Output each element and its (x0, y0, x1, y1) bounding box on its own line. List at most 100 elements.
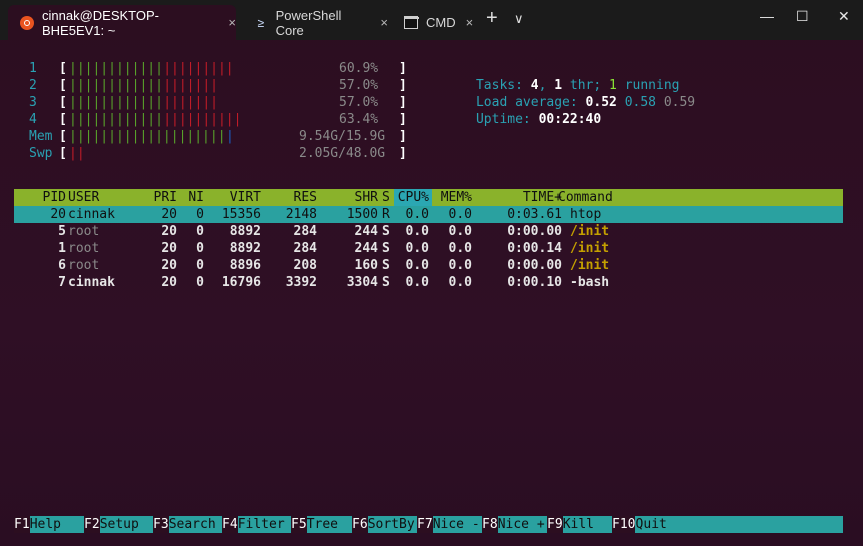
column-header-s[interactable]: S (382, 189, 390, 206)
fkey-label-search[interactable]: Search (169, 516, 216, 533)
column-header-pid[interactable]: PID (43, 189, 66, 206)
fkey-f6[interactable]: F6 (352, 516, 368, 533)
cell-s: R (382, 207, 390, 222)
fkey-label-filter[interactable]: Filter (238, 516, 285, 533)
cell-cmd: /init (570, 258, 610, 273)
cell-mem: 0.0 (448, 275, 472, 290)
fkey-label-quit[interactable]: Quit (636, 516, 667, 533)
close-tab-icon[interactable]: × (228, 15, 236, 30)
cell-ni: 0 (196, 258, 204, 273)
fkey-f2[interactable]: F2 (84, 516, 100, 533)
tab-ubuntu[interactable]: cinnak@DESKTOP-BHE5EV1: ~ × (8, 5, 236, 40)
fkey-f10[interactable]: F10 (612, 516, 636, 533)
cell-pid: 6 (58, 258, 66, 273)
cell-virt: 8892 (229, 241, 261, 256)
close-window-button[interactable]: ✕ (838, 8, 850, 25)
cell-res: 284 (293, 224, 317, 239)
column-header-virt[interactable]: VIRT (230, 189, 261, 206)
cell-ni: 0 (196, 224, 204, 239)
cell-cmd: htop (570, 207, 602, 222)
cell-res: 208 (293, 258, 317, 273)
close-tab-icon[interactable]: × (466, 15, 474, 30)
column-header-time[interactable]: TIME+ (523, 189, 562, 206)
cpu-number: 1 (29, 61, 37, 76)
fkey-label-nice[interactable]: Nice + (498, 516, 545, 533)
process-row[interactable]: 6 root 20 0 8896 208 160 S 0.0 0.0 0:00.00/init (14, 257, 843, 274)
cell-s: S (382, 275, 390, 290)
fkey-f8[interactable]: F8 (482, 516, 498, 533)
fkey-label-nice[interactable]: Nice - (433, 516, 480, 533)
close-tab-icon[interactable]: × (380, 15, 388, 30)
new-tab-button[interactable]: + (486, 7, 498, 30)
dropdown-button[interactable]: ∨ (514, 11, 524, 27)
powershell-icon: ≥ (257, 15, 265, 30)
cell-res: 2148 (285, 207, 317, 222)
cell-res: 3392 (285, 275, 317, 290)
cell-user: root (68, 224, 100, 239)
fkey-label-sortby[interactable]: SortBy (368, 516, 415, 533)
cell-virt: 16796 (221, 275, 261, 290)
column-header-shr[interactable]: SHR (355, 189, 378, 206)
fkey-f7[interactable]: F7 (417, 516, 433, 533)
cell-user: cinnak (68, 275, 115, 290)
cell-shr: 1500 (346, 207, 378, 222)
cpu-value: 57.0% (339, 78, 379, 93)
mem-meter: Mem[|||||||||||||||||||| | 9.54G/15.9G] (29, 129, 407, 144)
cpu-meter: 1[|||||||||||| ||||||||| 60.9%] (29, 61, 407, 76)
fkey-f5[interactable]: F5 (291, 516, 307, 533)
cell-cpu: 0.0 (405, 275, 429, 290)
column-header-user[interactable]: USER (68, 189, 99, 206)
cpu-number: 3 (29, 95, 37, 110)
terminal-window: cinnak@DESKTOP-BHE5EV1: ~ × ≥ PowerShell… (0, 0, 863, 546)
cmd-icon (404, 16, 419, 30)
column-header-res[interactable]: RES (294, 189, 317, 206)
process-row[interactable]: 7 cinnak 20 0 16796 3392 3304 S 0.0 0.0 0:00.10 -ba… (14, 274, 843, 291)
cell-time: 0:00.14 (507, 241, 562, 256)
cell-virt: 15356 (221, 207, 261, 222)
cell-time: 0:03.61 (507, 207, 562, 222)
maximize-button[interactable]: ☐ (796, 8, 809, 25)
process-row[interactable]: 1 root 20 0 8892 284 244 S 0.0 0.0 0:00.14/init (14, 240, 843, 257)
process-row[interactable]: 20 cinnak 20 0 15356 2148 1500 R 0.0 0.0 0:03.61 ht… (14, 206, 843, 223)
tab-powershell[interactable]: ≥ PowerShell Core × (242, 5, 389, 40)
cell-ni: 0 (196, 207, 204, 222)
tab-cmd[interactable]: CMD × (392, 5, 476, 40)
fkey-label-setup[interactable]: Setup (100, 516, 139, 533)
process-table-header[interactable]: PID USER PRI NI VIRT RES SHR S CPU% MEM% TIME+ Comm… (14, 189, 843, 206)
cell-cpu: 0.0 (405, 258, 429, 273)
cell-mem: 0.0 (448, 241, 472, 256)
column-header-ni[interactable]: NI (188, 189, 204, 206)
fkey-label-help[interactable]: Help (30, 516, 61, 533)
cpu-bar-kernel: ||||||| (163, 78, 218, 93)
fkey-f9[interactable]: F9 (547, 516, 563, 533)
fkey-f4[interactable]: F4 (222, 516, 238, 533)
uptime-line: Uptime: 00:22:40 (475, 112, 602, 127)
cell-shr: 3304 (346, 275, 378, 290)
terminal-content[interactable]: 1[|||||||||||| ||||||||| 60.9%] 2[|||||||||… (0, 40, 863, 546)
fkey-f3[interactable]: F3 (153, 516, 169, 533)
fkey-label-kill[interactable]: Kill (563, 516, 594, 533)
ubuntu-icon (20, 15, 34, 30)
cell-pri: 20 (161, 224, 177, 239)
cell-time: 0:00.00 (507, 258, 562, 273)
cell-mem: 0.0 (448, 224, 472, 239)
column-header-mem[interactable]: MEM% (441, 189, 472, 206)
fkey-f1[interactable]: F1 (14, 516, 30, 533)
cell-ni: 0 (196, 241, 204, 256)
cell-virt: 8892 (229, 224, 261, 239)
cpu-bar-normal: |||||||||||| (69, 95, 163, 110)
minimize-button[interactable]: — (760, 8, 774, 24)
cpu-bar-normal: |||||||||||| (69, 61, 163, 76)
column-header-command[interactable]: Command (558, 189, 613, 206)
column-header-cpu[interactable]: CPU% (398, 189, 429, 206)
process-row[interactable]: 5 root 20 0 8892 284 244 S 0.0 0.0 0:00.00/init (14, 223, 843, 240)
cell-shr: 244 (354, 224, 378, 239)
title-bar[interactable]: cinnak@DESKTOP-BHE5EV1: ~ × ≥ PowerShell… (0, 0, 863, 40)
cell-mem: 0.0 (448, 207, 472, 222)
fkey-label-tree[interactable]: Tree (307, 516, 338, 533)
cpu-meter: 3[|||||||||||| ||||||| 57.0%] (29, 95, 407, 110)
column-header-pri[interactable]: PRI (154, 189, 177, 206)
cpu-bar-kernel: ||||||| (163, 95, 218, 110)
cell-pid: 1 (58, 241, 66, 256)
cell-pid: 20 (50, 207, 66, 222)
